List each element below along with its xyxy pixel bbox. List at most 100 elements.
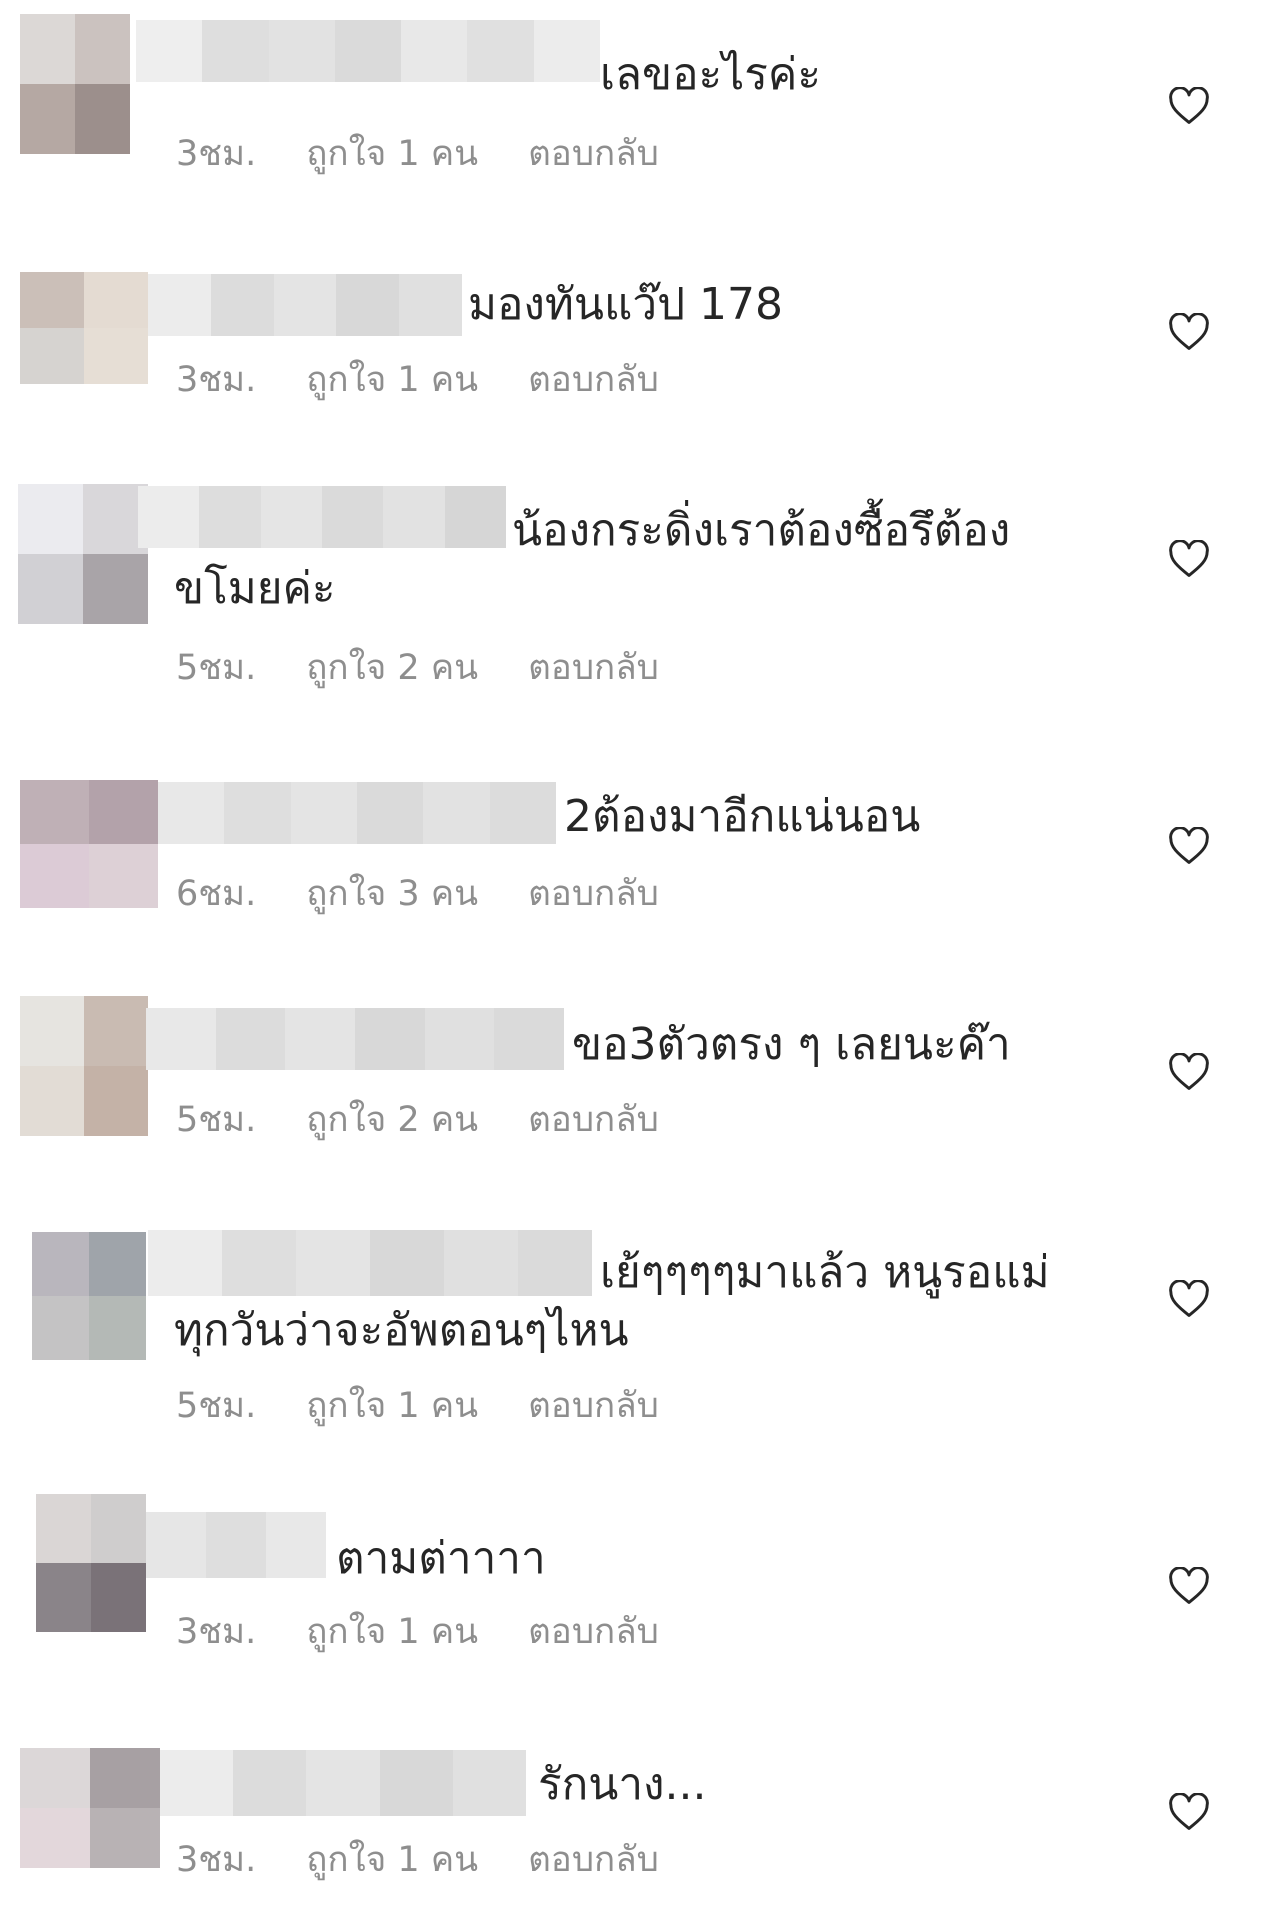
blur-block	[290, 782, 357, 844]
blur-block	[233, 1750, 307, 1816]
blur-block	[158, 782, 225, 844]
avatar-tile	[89, 780, 158, 844]
blur-block	[268, 20, 335, 82]
avatar-tile	[83, 554, 148, 624]
comment-time: 3ชม.	[176, 134, 257, 174]
blur-block	[222, 1230, 296, 1296]
blur-block	[452, 1750, 527, 1816]
blur-block	[138, 486, 200, 548]
avatar-tile	[84, 328, 148, 384]
avatar-tile	[32, 1296, 89, 1360]
like-count-link[interactable]: ถูกใจ 1 คน	[306, 1612, 478, 1652]
blur-block	[160, 1750, 234, 1816]
avatar[interactable]	[20, 1748, 160, 1868]
blur-block	[210, 274, 274, 336]
like-count-link[interactable]: ถูกใจ 1 คน	[306, 134, 478, 174]
blur-block	[202, 20, 269, 82]
blurred-username[interactable]	[146, 1008, 565, 1070]
comment-time: 3ชม.	[176, 1612, 257, 1652]
comment-time: 3ชม.	[176, 360, 257, 400]
comment-time: 6ชม.	[176, 874, 257, 914]
blur-block	[355, 1008, 425, 1070]
comment-time: 5ชม.	[176, 1100, 257, 1140]
avatar-tile	[75, 14, 130, 84]
blur-block	[383, 486, 445, 548]
like-count-link[interactable]: ถูกใจ 2 คน	[306, 1100, 478, 1140]
comment-meta: 3ชม. ถูกใจ 1 คน ตอบกลับ	[176, 1612, 709, 1652]
avatar[interactable]	[20, 780, 158, 908]
avatar-tile	[89, 1296, 146, 1360]
heart-outline-icon[interactable]	[1168, 827, 1210, 865]
reply-button[interactable]: ตอบกลับ	[528, 1612, 659, 1652]
avatar-tile	[90, 1808, 160, 1868]
heart-outline-icon[interactable]	[1168, 87, 1210, 125]
blur-block	[260, 486, 322, 548]
reply-button[interactable]: ตอบกลับ	[528, 1840, 659, 1880]
avatar[interactable]	[20, 996, 148, 1136]
blur-block	[266, 1512, 326, 1578]
comment-text-line: ขโมยค่ะ	[174, 563, 336, 614]
blurred-username[interactable]	[148, 274, 462, 336]
avatar-tile	[84, 272, 148, 328]
comment-meta: 5ชม. ถูกใจ 1 คน ตอบกลับ	[176, 1386, 709, 1426]
comment-text-line: ทุกวันว่าจะอัพตอนๆไหน	[174, 1305, 629, 1356]
blur-block	[444, 486, 506, 548]
avatar-tile	[20, 1748, 90, 1808]
reply-button[interactable]: ตอบกลับ	[528, 360, 659, 400]
like-count-link[interactable]: ถูกใจ 1 คน	[306, 1386, 478, 1426]
reply-button[interactable]: ตอบกลับ	[528, 1100, 659, 1140]
avatar-tile	[20, 84, 75, 154]
reply-button[interactable]: ตอบกลับ	[528, 134, 659, 174]
comment-text-continuation: ทุกวันว่าจะอัพตอนๆไหน	[174, 1302, 629, 1360]
reply-button[interactable]: ตอบกลับ	[528, 1386, 659, 1426]
blurred-username[interactable]	[146, 1512, 326, 1578]
blur-block	[136, 20, 203, 82]
comment-text: ตามต่าาาา	[336, 1530, 546, 1588]
blur-block	[467, 20, 534, 82]
avatar[interactable]	[20, 272, 148, 384]
avatar[interactable]	[18, 484, 148, 624]
blurred-username[interactable]	[136, 20, 600, 82]
reply-button[interactable]: ตอบกลับ	[528, 874, 659, 914]
avatar-tile	[89, 1232, 146, 1296]
blur-block	[379, 1750, 453, 1816]
avatar-tile	[20, 14, 75, 84]
avatar[interactable]	[32, 1232, 146, 1360]
heart-outline-icon[interactable]	[1168, 1280, 1210, 1318]
reply-button[interactable]: ตอบกลับ	[528, 648, 659, 688]
comment-text-continuation: ขโมยค่ะ	[174, 560, 336, 618]
like-count-link[interactable]: ถูกใจ 2 คน	[306, 648, 478, 688]
heart-outline-icon[interactable]	[1168, 1053, 1210, 1091]
blur-block	[489, 782, 556, 844]
blur-block	[334, 20, 402, 82]
heart-outline-icon[interactable]	[1168, 1567, 1210, 1605]
blur-block	[356, 782, 424, 844]
avatar-tile	[20, 780, 89, 844]
blurred-username[interactable]	[160, 1750, 527, 1816]
comment-text-line: เย้ๆๆๆๆมาแล้ว หนูรอแม่	[600, 1247, 1050, 1298]
like-count-link[interactable]: ถูกใจ 1 คน	[306, 360, 478, 400]
comment-text-line: ตามต่าาาา	[336, 1533, 546, 1584]
comment-time: 5ชม.	[176, 648, 257, 688]
avatar-tile	[20, 272, 84, 328]
heart-outline-icon[interactable]	[1168, 313, 1210, 351]
comment-text: ขอ3ตัวตรง ๆ เลยนะค๊า	[572, 1016, 1011, 1074]
heart-outline-icon[interactable]	[1168, 540, 1210, 578]
blur-block	[518, 1230, 592, 1296]
blurred-username[interactable]	[158, 782, 556, 844]
blur-block	[296, 1230, 370, 1296]
avatar-tile	[32, 1232, 89, 1296]
blur-block	[533, 20, 600, 82]
avatar[interactable]	[36, 1494, 146, 1632]
avatar[interactable]	[20, 14, 130, 154]
blurred-username[interactable]	[148, 1230, 592, 1296]
blurred-username[interactable]	[138, 486, 506, 548]
blur-block	[206, 1512, 266, 1578]
blur-block	[285, 1008, 356, 1070]
heart-outline-icon[interactable]	[1168, 1793, 1210, 1831]
like-count-link[interactable]: ถูกใจ 3 คน	[306, 874, 478, 914]
avatar-tile	[20, 1066, 84, 1136]
avatar-tile	[20, 996, 84, 1066]
like-count-link[interactable]: ถูกใจ 1 คน	[306, 1840, 478, 1880]
blur-block	[306, 1750, 380, 1816]
